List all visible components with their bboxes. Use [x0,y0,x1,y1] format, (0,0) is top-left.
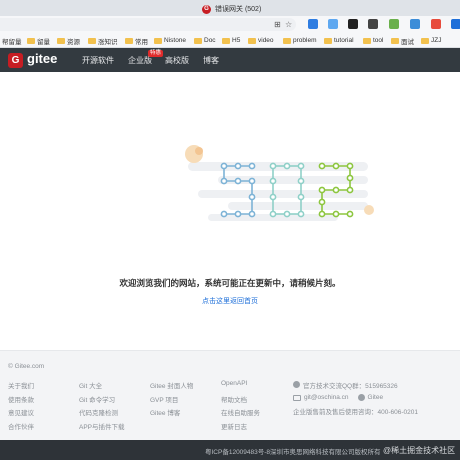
hot-badge: 特惠 [148,50,164,57]
site-header: G gitee 开源软件 企业版 特惠 高校版 博客 [0,48,460,72]
address-bar-row: ⊞ ☆ [0,16,460,33]
email-weibo-row: git@oschina.cn Gitee [293,391,418,404]
bookmark-folder[interactable]: 留量 [27,35,50,46]
folder-icon [324,37,332,44]
footer-column-gitee: Gitee 封面人物 GVP 项目 Gitee 博客 [150,380,193,421]
qq-icon [293,381,300,388]
bookmark-folder[interactable]: Doc [194,35,216,46]
footer-link[interactable]: Gitee 封面人物 [150,380,193,394]
copyright: © Gitee.com [8,363,45,370]
bookmarks-bar: 帮留量 留量 资源 涨知识 常用 Nistone Doc H5 video pr… [0,33,460,48]
extension-icon[interactable] [431,19,441,29]
bookmark-item[interactable]: 帮留量 [2,35,22,46]
nav-blog[interactable]: 博客 [203,55,219,66]
extension-icon[interactable] [389,19,399,29]
footer-link[interactable]: GVP 项目 [150,394,193,408]
gitee-logo-icon[interactable]: G [8,53,23,68]
logo-text[interactable]: gitee [27,51,57,66]
footer-link[interactable]: OpenAPI [221,380,260,394]
extension-icon[interactable] [348,19,358,29]
extension-icon[interactable] [368,19,378,29]
footer-link[interactable]: 意见建议 [8,407,34,421]
extension-icon[interactable] [308,19,318,29]
footer-link[interactable]: 代码克隆检测 [79,407,125,421]
footer-link[interactable]: 使用条款 [8,394,34,408]
bookmark-folder[interactable]: tool [363,35,383,46]
bookmark-folder[interactable]: problem [283,35,316,46]
footer-contact: 官方技术交流QQ群：515965326 git@oschina.cn Gitee… [293,378,418,417]
folder-icon [391,37,399,44]
folder-icon [421,37,429,44]
extension-icon[interactable] [410,19,420,29]
footer-link[interactable]: Git 大全 [79,380,125,394]
footer-link[interactable]: Git 命令学习 [79,394,125,408]
bookmark-folder[interactable]: tutorial [324,35,354,46]
bookmark-folder[interactable]: 资源 [57,35,80,46]
nav-education[interactable]: 高校版 [165,55,189,66]
bookmark-folder[interactable]: 常用 [125,35,148,46]
bookmark-folder[interactable]: 面试 [391,35,414,46]
bookmark-folder[interactable]: H5 [222,35,240,46]
footer-link[interactable]: 更新日志 [221,421,260,435]
folder-icon [125,37,133,44]
footer-link[interactable]: Gitee 博客 [150,407,193,421]
bookmark-folder[interactable]: Nistone [154,35,186,46]
site-footer: © Gitee.com 关于我们 使用条款 意见建议 合作伙伴 Git 大全 G… [0,350,460,440]
bookmark-folder[interactable]: JZJ [421,35,441,46]
footer-bottom-bar: 粤ICP备12009483号-8深圳市奥思网络科技有限公司版权所有 @稀土掘金技… [0,440,460,460]
footer-link[interactable]: APP与插件下载 [79,421,125,435]
bookmark-folder[interactable]: 涨知识 [88,35,118,46]
omnibox[interactable]: ⊞ ☆ [0,18,296,31]
sales-phone: 企业版售前及售后使用咨询：400-606-0201 [293,408,418,416]
mail-icon [293,394,301,401]
return-home-link[interactable]: 点击这里返回首页 [0,296,460,306]
folder-icon [27,37,35,44]
star-icon[interactable]: ☆ [285,19,292,30]
nav-open-source[interactable]: 开源软件 [82,55,114,66]
weibo-icon [357,394,365,401]
bookmark-folder[interactable]: video [248,35,274,46]
email-link[interactable]: git@oschina.cn [304,394,349,401]
browser-tab[interactable]: G 错误网关 (502) [196,2,267,16]
folder-icon [363,37,371,44]
footer-column-about: 关于我们 使用条款 意见建议 合作伙伴 [8,380,34,434]
folder-icon [222,37,230,44]
folder-icon [283,37,291,44]
error-502-illustration [185,145,374,221]
footer-link[interactable]: 在线自助服务 [221,407,260,421]
folder-icon [248,37,256,44]
browser-tab-strip: G 错误网关 (502) [0,0,460,16]
footer-link[interactable]: 合作伙伴 [8,421,34,435]
translate-icon[interactable]: ⊞ [274,19,281,30]
error-headline: 欢迎浏览我们的网站，系统可能正在更新中，请稍候片刻。 [119,278,341,288]
icp-record[interactable]: 粤ICP备12009483号-8深圳市奥思网络科技有限公司版权所有 [205,446,381,456]
footer-column-help: OpenAPI 帮助文档 在线自助服务 更新日志 [221,380,260,434]
footer-link[interactable]: 关于我们 [8,380,34,394]
folder-icon [194,37,202,44]
extension-icon[interactable] [451,19,460,29]
gitee-favicon-icon: G [202,4,211,14]
folder-icon [88,37,96,44]
watermark: @稀土掘金技术社区 [383,446,456,455]
footer-link[interactable]: 帮助文档 [221,394,260,408]
folder-icon [154,37,162,44]
tab-title: 错误网关 (502) [215,6,262,13]
weibo-link[interactable]: Gitee [368,394,384,401]
extension-icon[interactable] [328,19,338,29]
qq-group[interactable]: 官方技术交流QQ群：515965326 [293,378,418,391]
footer-column-git: Git 大全 Git 命令学习 代码克隆检测 APP与插件下载 [79,380,125,434]
folder-icon [57,37,65,44]
